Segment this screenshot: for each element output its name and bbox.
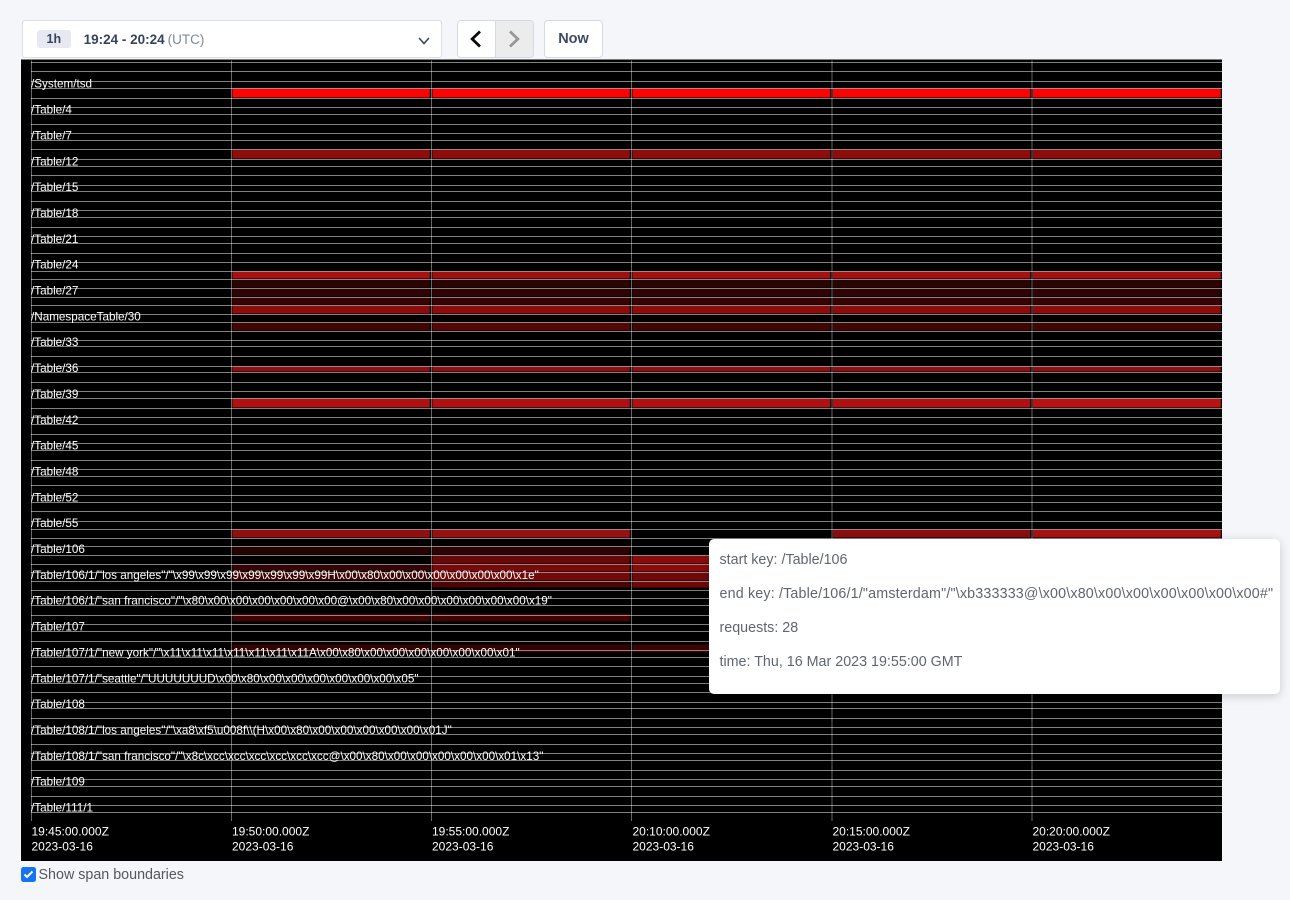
svg-text:/Table/109: /Table/109 — [31, 776, 85, 789]
svg-text:/Table/108/1/"san francisco"/": /Table/108/1/"san francisco"/"\x8c\xcc\x… — [31, 750, 543, 763]
svg-text:20:15:00.000Z: 20:15:00.000Z — [833, 825, 910, 839]
svg-text:/Table/24: /Table/24 — [31, 259, 79, 272]
svg-text:/Table/108: /Table/108 — [31, 698, 85, 711]
svg-text:/Table/4: /Table/4 — [31, 104, 72, 117]
svg-text:/Table/36: /Table/36 — [31, 362, 78, 375]
svg-text:2023-03-16: 2023-03-16 — [32, 840, 94, 854]
svg-text:/Table/106: /Table/106 — [31, 543, 85, 556]
svg-text:/Table/45: /Table/45 — [31, 440, 79, 453]
svg-text:/Table/108/1/"los angeles"/"\x: /Table/108/1/"los angeles"/"\xa8\xf5\u00… — [31, 724, 452, 737]
svg-text:2023-03-16: 2023-03-16 — [833, 840, 895, 854]
svg-text:/Table/27: /Table/27 — [31, 285, 78, 298]
svg-text:/Table/18: /Table/18 — [31, 207, 78, 220]
svg-text:/Table/106/1/"san francisco"/": /Table/106/1/"san francisco"/"\x80\x00\x… — [31, 595, 552, 608]
svg-text:/Table/42: /Table/42 — [31, 414, 78, 427]
svg-text:/Table/107: /Table/107 — [31, 621, 85, 634]
svg-text:19:55:00.000Z: 19:55:00.000Z — [432, 825, 509, 839]
svg-text:2023-03-16: 2023-03-16 — [232, 840, 294, 854]
svg-text:2023-03-16: 2023-03-16 — [633, 840, 695, 854]
svg-text:/Table/48: /Table/48 — [31, 465, 78, 478]
svg-text:20:10:00.000Z: 20:10:00.000Z — [633, 825, 710, 839]
svg-text:/Table/111/1: /Table/111/1 — [31, 802, 93, 815]
svg-text:/Table/107/1/"seattle"/"UUUUUU: /Table/107/1/"seattle"/"UUUUUUUD\x00\x80… — [31, 672, 419, 685]
svg-text:/Table/33: /Table/33 — [31, 336, 78, 349]
svg-text:/System/tsd: /System/tsd — [31, 78, 92, 91]
svg-text:/NamespaceTable/30: /NamespaceTable/30 — [31, 310, 141, 323]
svg-text:2023-03-16: 2023-03-16 — [432, 840, 494, 854]
svg-text:/Table/7: /Table/7 — [31, 129, 72, 142]
svg-text:/Table/15: /Table/15 — [31, 181, 79, 194]
svg-text:2023-03-16: 2023-03-16 — [1033, 840, 1095, 854]
svg-text:/Table/55: /Table/55 — [31, 517, 79, 530]
svg-text:/Table/107/1/"new york"/"\x11\: /Table/107/1/"new york"/"\x11\x11\x11\x1… — [31, 646, 520, 659]
svg-text:20:20:00.000Z: 20:20:00.000Z — [1033, 825, 1110, 839]
svg-text:19:50:00.000Z: 19:50:00.000Z — [232, 825, 309, 839]
svg-text:/Table/52: /Table/52 — [31, 491, 78, 504]
svg-text:19:45:00.000Z: 19:45:00.000Z — [32, 825, 109, 839]
svg-text:/Table/106/1/"los angeles"/"\x: /Table/106/1/"los angeles"/"\x99\x99\x99… — [31, 569, 539, 582]
svg-text:/Table/12: /Table/12 — [31, 155, 78, 168]
svg-text:/Table/39: /Table/39 — [31, 388, 78, 401]
svg-text:/Table/21: /Table/21 — [31, 233, 78, 246]
